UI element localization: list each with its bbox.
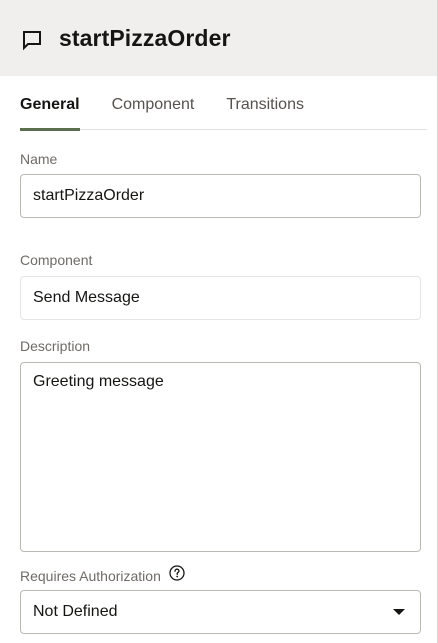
tab-transitions[interactable]: Transitions [226,76,304,130]
tab-general[interactable]: General [20,76,80,131]
name-label: Name [20,151,58,167]
name-field[interactable]: startPizzaOrder [20,174,421,218]
panel-header: startPizzaOrder [0,0,437,76]
requires-authorization-label: Requires Authorization [20,565,420,584]
page-title: startPizzaOrder [59,24,231,51]
description-label: Description [20,338,91,354]
component-field: Send Message [20,276,421,320]
chevron-down-icon [393,609,405,615]
requires-authorization-value: Not Defined [33,603,118,620]
name-field-value: startPizzaOrder [33,187,145,204]
tab-bar: General Component Transitions [20,76,427,131]
requires-authorization-label-text: Requires Authorization [20,568,161,584]
properties-panel: startPizzaOrder General Component Transi… [0,0,438,643]
question-circle-icon[interactable] [169,565,185,581]
general-form: Name startPizzaOrder Component Send Mess… [0,151,437,634]
tab-component[interactable]: Component [112,76,195,130]
description-field[interactable]: Greeting message [20,362,421,552]
component-field-value: Send Message [33,289,140,306]
component-label: Component [20,252,93,268]
chat-bubble-icon [20,28,44,52]
description-field-value: Greeting message [33,373,164,390]
requires-authorization-select[interactable]: Not Defined [20,590,421,634]
